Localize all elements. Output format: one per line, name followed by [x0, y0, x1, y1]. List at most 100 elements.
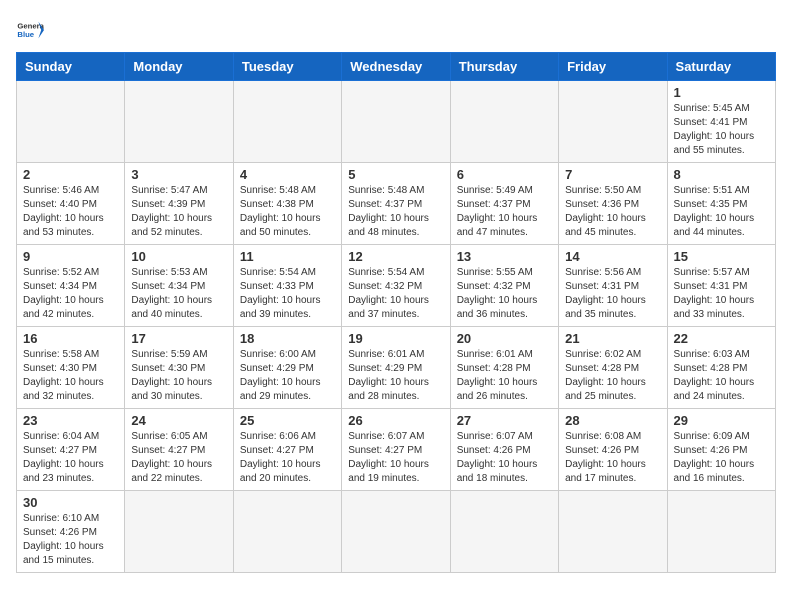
logo: General Blue	[16, 16, 44, 44]
day-info: Sunrise: 5:48 AM Sunset: 4:37 PM Dayligh…	[348, 184, 443, 240]
day-info: Sunrise: 5:57 AM Sunset: 4:31 PM Dayligh…	[674, 266, 769, 322]
calendar-cell: 30Sunrise: 6:10 AM Sunset: 4:26 PM Dayli…	[17, 491, 125, 573]
calendar-row: 16Sunrise: 5:58 AM Sunset: 4:30 PM Dayli…	[17, 327, 776, 409]
day-info: Sunrise: 6:01 AM Sunset: 4:29 PM Dayligh…	[348, 348, 443, 404]
weekday-header-row: SundayMondayTuesdayWednesdayThursdayFrid…	[17, 53, 776, 81]
calendar-cell: 3Sunrise: 5:47 AM Sunset: 4:39 PM Daylig…	[125, 163, 233, 245]
day-number: 7	[565, 167, 660, 182]
calendar-table: SundayMondayTuesdayWednesdayThursdayFrid…	[16, 52, 776, 573]
calendar-cell	[667, 491, 775, 573]
calendar-cell: 5 Sunrise: 5:48 AM Sunset: 4:37 PM Daylig…	[342, 163, 450, 245]
day-info: Sunrise: 6:06 AM Sunset: 4:27 PM Dayligh…	[240, 430, 335, 486]
day-info: Sunrise: 6:09 AM Sunset: 4:26 PM Dayligh…	[674, 430, 769, 486]
calendar-cell: 4 Sunrise: 5:48 AM Sunset: 4:38 PM Daylig…	[233, 163, 341, 245]
calendar-cell	[559, 81, 667, 163]
calendar-cell: 9 Sunrise: 5:52 AM Sunset: 4:34 PM Daylig…	[17, 245, 125, 327]
day-info: Sunrise: 6:07 AM Sunset: 4:27 PM Dayligh…	[348, 430, 443, 486]
day-info: Sunrise: 6:07 AM Sunset: 4:26 PM Dayligh…	[457, 430, 552, 486]
calendar-cell: 13 Sunrise: 5:55 AM Sunset: 4:32 PM Dayli…	[450, 245, 558, 327]
day-number: 5	[348, 167, 443, 182]
weekday-header-tuesday: Tuesday	[233, 53, 341, 81]
day-info: Sunrise: 5:50 AM Sunset: 4:36 PM Dayligh…	[565, 184, 660, 240]
svg-text:Blue: Blue	[17, 30, 34, 39]
calendar-cell: 11 Sunrise: 5:54 AM Sunset: 4:33 PM Dayli…	[233, 245, 341, 327]
calendar-cell: 25 Sunrise: 6:06 AM Sunset: 4:27 PM Dayli…	[233, 409, 341, 491]
day-info: Sunrise: 6:04 AM Sunset: 4:27 PM Dayligh…	[23, 430, 118, 486]
day-number: 9	[23, 249, 118, 264]
day-number: 19	[348, 331, 443, 346]
day-info: Sunrise: 5:52 AM Sunset: 4:34 PM Dayligh…	[23, 266, 118, 322]
day-info: Sunrise: 5:58 AM Sunset: 4:30 PM Dayligh…	[23, 348, 118, 404]
day-number: 22	[674, 331, 769, 346]
calendar-cell: 14 Sunrise: 5:56 AM Sunset: 4:31 PM Dayli…	[559, 245, 667, 327]
day-number: 26	[348, 413, 443, 428]
day-number: 25	[240, 413, 335, 428]
day-info: Sunrise: 5:45 AM Sunset: 4:41 PM Dayligh…	[674, 102, 769, 158]
calendar-cell: 18 Sunrise: 6:00 AM Sunset: 4:29 PM Dayli…	[233, 327, 341, 409]
day-number: 4	[240, 167, 335, 182]
calendar-cell	[342, 491, 450, 573]
day-number: 24	[131, 413, 226, 428]
day-info: Sunrise: 6:03 AM Sunset: 4:28 PM Dayligh…	[674, 348, 769, 404]
calendar-cell	[125, 491, 233, 573]
day-info: Sunrise: 6:08 AM Sunset: 4:26 PM Dayligh…	[565, 430, 660, 486]
weekday-header-wednesday: Wednesday	[342, 53, 450, 81]
day-number: 30	[23, 495, 118, 510]
day-number: 13	[457, 249, 552, 264]
day-number: 21	[565, 331, 660, 346]
calendar-cell: 22 Sunrise: 6:03 AM Sunset: 4:28 PM Dayli…	[667, 327, 775, 409]
calendar-cell: 15Sunrise: 5:57 AM Sunset: 4:31 PM Dayli…	[667, 245, 775, 327]
calendar-row: 23 Sunrise: 6:04 AM Sunset: 4:27 PM Dayli…	[17, 409, 776, 491]
day-number: 10	[131, 249, 226, 264]
calendar-cell: 16Sunrise: 5:58 AM Sunset: 4:30 PM Dayli…	[17, 327, 125, 409]
calendar-cell: 8Sunrise: 5:51 AM Sunset: 4:35 PM Daylig…	[667, 163, 775, 245]
calendar-cell	[342, 81, 450, 163]
day-number: 12	[348, 249, 443, 264]
logo-icon: General Blue	[16, 16, 44, 44]
day-number: 23	[23, 413, 118, 428]
day-number: 17	[131, 331, 226, 346]
calendar-cell: 21 Sunrise: 6:02 AM Sunset: 4:28 PM Dayli…	[559, 327, 667, 409]
calendar-cell: 26 Sunrise: 6:07 AM Sunset: 4:27 PM Dayli…	[342, 409, 450, 491]
day-number: 29	[674, 413, 769, 428]
day-info: Sunrise: 6:01 AM Sunset: 4:28 PM Dayligh…	[457, 348, 552, 404]
calendar-cell: 20Sunrise: 6:01 AM Sunset: 4:28 PM Dayli…	[450, 327, 558, 409]
day-info: Sunrise: 5:59 AM Sunset: 4:30 PM Dayligh…	[131, 348, 226, 404]
weekday-header-monday: Monday	[125, 53, 233, 81]
calendar-cell	[125, 81, 233, 163]
calendar-cell: 10 Sunrise: 5:53 AM Sunset: 4:34 PM Dayli…	[125, 245, 233, 327]
day-number: 3	[131, 167, 226, 182]
weekday-header-friday: Friday	[559, 53, 667, 81]
calendar-cell: 24Sunrise: 6:05 AM Sunset: 4:27 PM Dayli…	[125, 409, 233, 491]
day-number: 14	[565, 249, 660, 264]
calendar-cell	[233, 81, 341, 163]
day-info: Sunrise: 5:55 AM Sunset: 4:32 PM Dayligh…	[457, 266, 552, 322]
day-info: Sunrise: 5:53 AM Sunset: 4:34 PM Dayligh…	[131, 266, 226, 322]
calendar-cell	[450, 81, 558, 163]
calendar-cell	[559, 491, 667, 573]
weekday-header-saturday: Saturday	[667, 53, 775, 81]
calendar-cell: 6Sunrise: 5:49 AM Sunset: 4:37 PM Daylig…	[450, 163, 558, 245]
day-info: Sunrise: 5:48 AM Sunset: 4:38 PM Dayligh…	[240, 184, 335, 240]
calendar-cell	[233, 491, 341, 573]
calendar-cell: 19 Sunrise: 6:01 AM Sunset: 4:29 PM Dayli…	[342, 327, 450, 409]
day-info: Sunrise: 6:02 AM Sunset: 4:28 PM Dayligh…	[565, 348, 660, 404]
calendar-row: 9 Sunrise: 5:52 AM Sunset: 4:34 PM Daylig…	[17, 245, 776, 327]
calendar-cell: 12Sunrise: 5:54 AM Sunset: 4:32 PM Dayli…	[342, 245, 450, 327]
calendar-cell: 23 Sunrise: 6:04 AM Sunset: 4:27 PM Dayli…	[17, 409, 125, 491]
page-header: General Blue	[16, 16, 776, 44]
calendar-cell: 1Sunrise: 5:45 AM Sunset: 4:41 PM Daylig…	[667, 81, 775, 163]
day-number: 18	[240, 331, 335, 346]
day-info: Sunrise: 5:54 AM Sunset: 4:33 PM Dayligh…	[240, 266, 335, 322]
day-info: Sunrise: 5:46 AM Sunset: 4:40 PM Dayligh…	[23, 184, 118, 240]
day-info: Sunrise: 5:56 AM Sunset: 4:31 PM Dayligh…	[565, 266, 660, 322]
calendar-cell: 27 Sunrise: 6:07 AM Sunset: 4:26 PM Dayli…	[450, 409, 558, 491]
day-info: Sunrise: 6:00 AM Sunset: 4:29 PM Dayligh…	[240, 348, 335, 404]
calendar-cell: 29 Sunrise: 6:09 AM Sunset: 4:26 PM Dayli…	[667, 409, 775, 491]
day-number: 27	[457, 413, 552, 428]
calendar-cell: 17 Sunrise: 5:59 AM Sunset: 4:30 PM Dayli…	[125, 327, 233, 409]
day-number: 11	[240, 249, 335, 264]
day-number: 2	[23, 167, 118, 182]
weekday-header-thursday: Thursday	[450, 53, 558, 81]
weekday-header-sunday: Sunday	[17, 53, 125, 81]
